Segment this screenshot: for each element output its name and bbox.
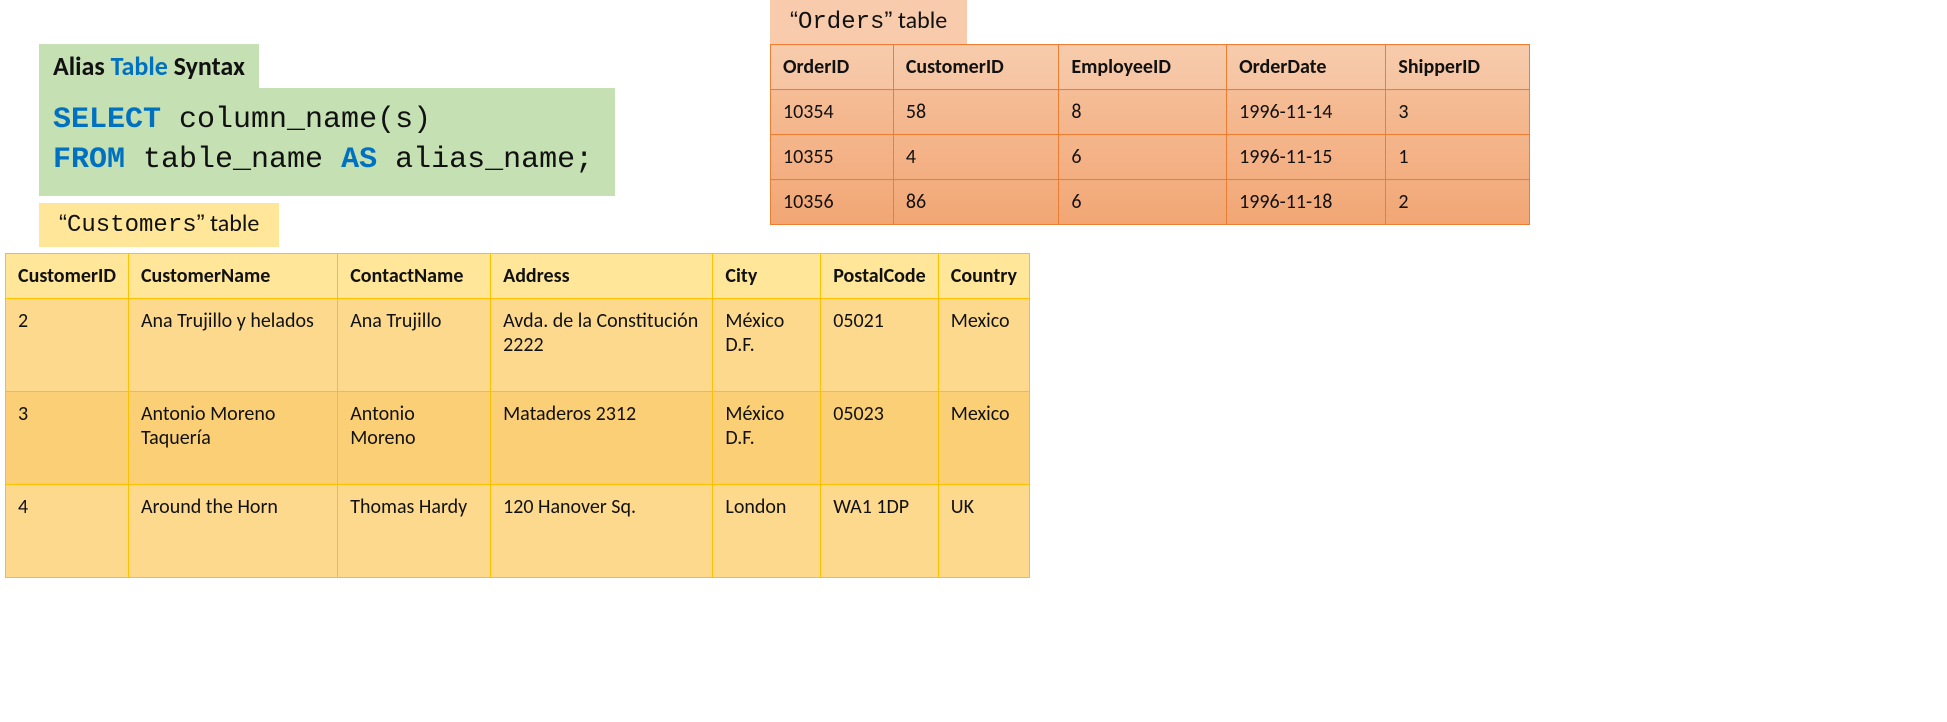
heading-prefix: Alias <box>53 50 111 82</box>
column-header: PostalCode <box>821 254 939 299</box>
table-cell: 6 <box>1059 180 1227 225</box>
table-row: 2Ana Trujillo y heladosAna TrujilloAvda.… <box>6 299 1030 392</box>
table-cell: México D.F. <box>713 392 821 485</box>
column-header: CustomerID <box>6 254 129 299</box>
table-cell: 05023 <box>821 392 939 485</box>
kw-select: SELECT <box>53 103 161 137</box>
table-cell: Around the Horn <box>128 485 337 578</box>
customers-table: CustomerIDCustomerNameContactNameAddress… <box>5 253 1030 578</box>
table-cell: México D.F. <box>713 299 821 392</box>
table-cell: 10356 <box>771 180 894 225</box>
heading-keyword: Table <box>111 50 168 82</box>
table-cell: 120 Hanover Sq. <box>491 485 713 578</box>
open-quote: “ <box>59 210 67 237</box>
table-cell: Mexico <box>938 392 1029 485</box>
column-header: City <box>713 254 821 299</box>
table-cell: 58 <box>893 90 1059 135</box>
column-header: Address <box>491 254 713 299</box>
close-quote: ” <box>197 210 205 237</box>
table-cell: 1996-11-14 <box>1227 90 1386 135</box>
table-cell: 3 <box>1386 90 1530 135</box>
table-row: 103545881996-11-143 <box>771 90 1530 135</box>
kw-from: FROM <box>53 143 125 177</box>
tab-suffix: table <box>892 6 947 35</box>
table-cell: WA1 1DP <box>821 485 939 578</box>
table-cell: 2 <box>1386 180 1530 225</box>
table-cell: 1996-11-18 <box>1227 180 1386 225</box>
tab-suffix: table <box>205 209 260 238</box>
code-text: column_name(s) <box>161 103 431 137</box>
table-cell: 1996-11-15 <box>1227 135 1386 180</box>
column-header: EmployeeID <box>1059 45 1227 90</box>
customers-tab: “Customers” table <box>39 203 279 247</box>
table-cell: 05021 <box>821 299 939 392</box>
table-cell: 3 <box>6 392 129 485</box>
orders-name: Orders <box>798 9 884 36</box>
column-header: ContactName <box>338 254 491 299</box>
table-cell: UK <box>938 485 1029 578</box>
heading-suffix: Syntax <box>168 50 245 82</box>
table-row: 3Antonio Moreno TaqueríaAntonio MorenoMa… <box>6 392 1030 485</box>
open-quote: “ <box>790 7 798 34</box>
kw-as: AS <box>341 143 377 177</box>
orders-tab: “Orders” table <box>770 0 967 44</box>
syntax-heading: Alias Table Syntax <box>39 44 259 90</box>
table-cell: 10355 <box>771 135 894 180</box>
table-cell: 10354 <box>771 90 894 135</box>
column-header: ShipperID <box>1386 45 1530 90</box>
table-cell: 4 <box>893 135 1059 180</box>
table-cell: 1 <box>1386 135 1530 180</box>
table-row: 103568661996-11-182 <box>771 180 1530 225</box>
column-header: Country <box>938 254 1029 299</box>
column-header: OrderDate <box>1227 45 1386 90</box>
customers-name: Customers <box>67 212 197 239</box>
table-cell: Mexico <box>938 299 1029 392</box>
table-cell: Mataderos 2312 <box>491 392 713 485</box>
table-cell: 6 <box>1059 135 1227 180</box>
code-text: table_name <box>125 143 341 177</box>
column-header: CustomerID <box>893 45 1059 90</box>
table-cell: Ana Trujillo y helados <box>128 299 337 392</box>
table-header-row: OrderIDCustomerIDEmployeeIDOrderDateShip… <box>771 45 1530 90</box>
column-header: CustomerName <box>128 254 337 299</box>
code-text: alias_name; <box>377 143 593 177</box>
table-cell: Ana Trujillo <box>338 299 491 392</box>
table-cell: London <box>713 485 821 578</box>
table-cell: 4 <box>6 485 129 578</box>
slide-root: Alias Table Syntax SELECT column_name(s)… <box>0 0 1947 722</box>
table-cell: 2 <box>6 299 129 392</box>
table-row: 10355461996-11-151 <box>771 135 1530 180</box>
table-cell: 86 <box>893 180 1059 225</box>
syntax-code-block: SELECT column_name(s) FROM table_name AS… <box>39 88 615 196</box>
table-cell: Thomas Hardy <box>338 485 491 578</box>
table-row: 4Around the HornThomas Hardy120 Hanover … <box>6 485 1030 578</box>
table-cell: Antonio Moreno Taquería <box>128 392 337 485</box>
table-cell: Avda. de la Constitución 2222 <box>491 299 713 392</box>
table-cell: 8 <box>1059 90 1227 135</box>
orders-table: OrderIDCustomerIDEmployeeIDOrderDateShip… <box>770 44 1530 225</box>
table-cell: Antonio Moreno <box>338 392 491 485</box>
table-header-row: CustomerIDCustomerNameContactNameAddress… <box>6 254 1030 299</box>
column-header: OrderID <box>771 45 894 90</box>
